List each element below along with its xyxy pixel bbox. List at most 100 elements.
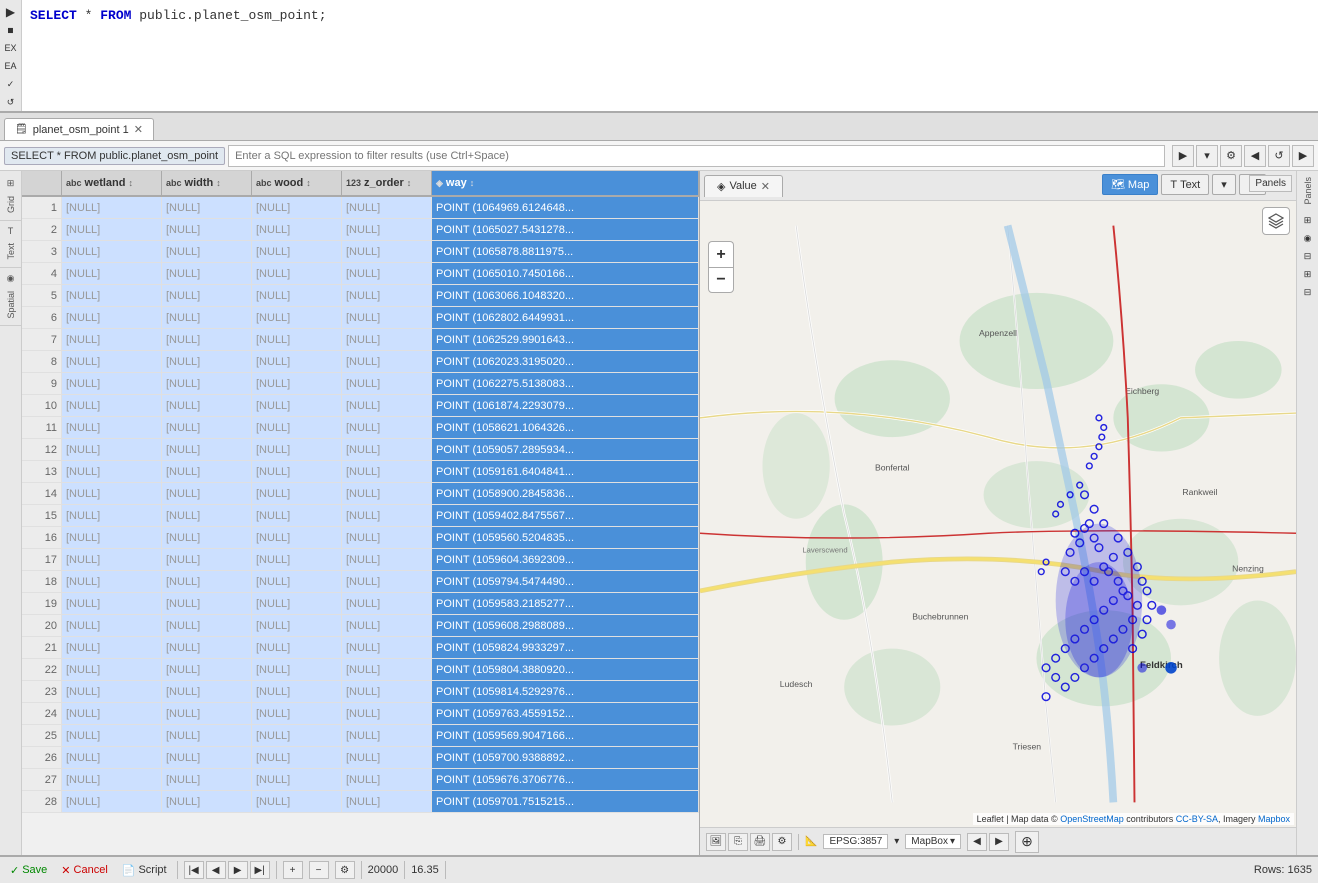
crosshair-btn[interactable]: ⊕: [1015, 831, 1039, 853]
table-row[interactable]: 21 [NULL] [NULL] [NULL] [NULL] POINT (10…: [22, 637, 699, 659]
table-row[interactable]: 9 [NULL] [NULL] [NULL] [NULL] POINT (106…: [22, 373, 699, 395]
rollback-btn[interactable]: ↺: [3, 94, 19, 110]
next-nav-btn[interactable]: ▶: [989, 833, 1009, 851]
tab-close-btn[interactable]: ✕: [134, 123, 143, 136]
cancel-btn[interactable]: ✕ Cancel: [57, 862, 111, 879]
col-header-way[interactable]: ◈ way ↕: [432, 171, 699, 195]
options-btn[interactable]: ⚙: [335, 861, 355, 879]
cell-wetland: [NULL]: [62, 285, 162, 306]
zoom-out-btn[interactable]: −: [708, 267, 734, 293]
tab-bar: 🗒 planet_osm_point 1 ✕: [0, 113, 1318, 141]
value-tab-close[interactable]: ✕: [761, 180, 770, 193]
col-header-zorder[interactable]: 123 z_order ↕: [342, 171, 432, 195]
filter-execute-btn[interactable]: ▶: [1172, 145, 1194, 167]
nav-first[interactable]: |◀: [184, 861, 204, 879]
map-btn[interactable]: 🗺 Map: [1102, 174, 1158, 195]
table-row[interactable]: 17 [NULL] [NULL] [NULL] [NULL] POINT (10…: [22, 549, 699, 571]
osm-link[interactable]: OpenStreetMap: [1060, 814, 1124, 824]
table-row[interactable]: 27 [NULL] [NULL] [NULL] [NULL] POINT (10…: [22, 769, 699, 791]
remove-row-btn[interactable]: −: [309, 861, 329, 879]
table-row[interactable]: 5 [NULL] [NULL] [NULL] [NULL] POINT (106…: [22, 285, 699, 307]
table-row[interactable]: 28 [NULL] [NULL] [NULL] [NULL] POINT (10…: [22, 791, 699, 813]
cell-way: POINT (1059794.5474490...: [432, 571, 699, 592]
cell-way: POINT (1059700.9388892...: [432, 747, 699, 768]
table-row[interactable]: 18 [NULL] [NULL] [NULL] [NULL] POINT (10…: [22, 571, 699, 593]
save-btn[interactable]: ✓ Save: [6, 862, 51, 879]
table-row[interactable]: 7 [NULL] [NULL] [NULL] [NULL] POINT (106…: [22, 329, 699, 351]
table-row[interactable]: 8 [NULL] [NULL] [NULL] [NULL] POINT (106…: [22, 351, 699, 373]
table-row[interactable]: 13 [NULL] [NULL] [NULL] [NULL] POINT (10…: [22, 461, 699, 483]
table-row[interactable]: 12 [NULL] [NULL] [NULL] [NULL] POINT (10…: [22, 439, 699, 461]
table-row[interactable]: 26 [NULL] [NULL] [NULL] [NULL] POINT (10…: [22, 747, 699, 769]
grid-section: ⊞ Grid: [0, 173, 21, 221]
down-arrow-btn[interactable]: ▾: [1212, 174, 1236, 195]
col-header-wetland[interactable]: abc wetland ↕: [62, 171, 162, 195]
print-btn[interactable]: 🖨: [750, 833, 770, 851]
export-img-btn[interactable]: 🖼: [706, 833, 726, 851]
add-row-btn[interactable]: +: [283, 861, 303, 879]
right-btn-3[interactable]: ⊟: [1300, 249, 1316, 265]
map-provider-selector[interactable]: MapBox ▾: [905, 834, 961, 849]
table-row[interactable]: 25 [NULL] [NULL] [NULL] [NULL] POINT (10…: [22, 725, 699, 747]
layers-btn[interactable]: [1262, 207, 1290, 235]
right-btn-5[interactable]: ⊟: [1300, 285, 1316, 301]
table-row[interactable]: 15 [NULL] [NULL] [NULL] [NULL] POINT (10…: [22, 505, 699, 527]
table-row[interactable]: 24 [NULL] [NULL] [NULL] [NULL] POINT (10…: [22, 703, 699, 725]
tab-label: planet_osm_point 1: [33, 124, 129, 136]
table-row[interactable]: 1 [NULL] [NULL] [NULL] [NULL] POINT (106…: [22, 197, 699, 219]
nav-last[interactable]: ▶|: [250, 861, 270, 879]
cell-zorder: [NULL]: [342, 549, 432, 570]
script-btn[interactable]: 📄 Script: [118, 862, 171, 879]
panels-btn[interactable]: Panels: [1249, 175, 1292, 189]
table-row[interactable]: 14 [NULL] [NULL] [NULL] [NULL] POINT (10…: [22, 483, 699, 505]
nav-next[interactable]: ▶: [228, 861, 248, 879]
cc-link[interactable]: CC-BY-SA: [1176, 814, 1218, 824]
zoom-in-btn[interactable]: +: [708, 241, 734, 267]
epsg-selector[interactable]: EPSG:3857: [823, 834, 888, 849]
table-row[interactable]: 4 [NULL] [NULL] [NULL] [NULL] POINT (106…: [22, 263, 699, 285]
mapbox-link[interactable]: Mapbox: [1258, 814, 1290, 824]
run-btn[interactable]: ▶: [3, 4, 19, 20]
prev-nav-btn[interactable]: ◀: [967, 833, 987, 851]
filter-options-btn[interactable]: ⚙: [1220, 145, 1242, 167]
filter-forward-btn[interactable]: ▶: [1292, 145, 1314, 167]
table-row[interactable]: 2 [NULL] [NULL] [NULL] [NULL] POINT (106…: [22, 219, 699, 241]
table-row[interactable]: 23 [NULL] [NULL] [NULL] [NULL] POINT (10…: [22, 681, 699, 703]
copy-btn[interactable]: ⎘: [728, 833, 748, 851]
table-row[interactable]: 20 [NULL] [NULL] [NULL] [NULL] POINT (10…: [22, 615, 699, 637]
table-row[interactable]: 16 [NULL] [NULL] [NULL] [NULL] POINT (10…: [22, 527, 699, 549]
filter-refresh-btn[interactable]: ↺: [1268, 145, 1290, 167]
table-row[interactable]: 11 [NULL] [NULL] [NULL] [NULL] POINT (10…: [22, 417, 699, 439]
map-btn-icon: 🗺: [1111, 178, 1125, 191]
value-tab[interactable]: ◈ Value ✕: [704, 175, 783, 197]
cell-wood: [NULL]: [252, 241, 342, 262]
cell-rownum: 4: [22, 263, 62, 284]
table-row[interactable]: 3 [NULL] [NULL] [NULL] [NULL] POINT (106…: [22, 241, 699, 263]
sql-content[interactable]: SELECT * FROM public.planet_osm_point;: [22, 0, 1318, 111]
stop-btn[interactable]: ⏹: [3, 22, 19, 38]
explain-btn[interactable]: EX: [3, 40, 19, 56]
col-header-width[interactable]: abc width ↕: [162, 171, 252, 195]
table-row[interactable]: 19 [NULL] [NULL] [NULL] [NULL] POINT (10…: [22, 593, 699, 615]
right-btn-2[interactable]: ◉: [1300, 231, 1316, 247]
filter-dropdown-btn[interactable]: ▾: [1196, 145, 1218, 167]
cell-way: POINT (1059824.9933297...: [432, 637, 699, 658]
col-header-wood[interactable]: abc wood ↕: [252, 171, 342, 195]
result-tab[interactable]: 🗒 planet_osm_point 1 ✕: [4, 118, 154, 140]
text-btn[interactable]: T Text: [1161, 174, 1209, 195]
explain-analyze-btn[interactable]: EA: [3, 58, 19, 74]
map-attribution: Leaflet | Map data © OpenStreetMap contr…: [973, 813, 1294, 825]
nav-prev[interactable]: ◀: [206, 861, 226, 879]
right-btn-4[interactable]: ⊞: [1300, 267, 1316, 283]
map-footer: 🖼 ⎘ 🖨 ⚙ 📐 EPSG:3857 ▾ MapBox ▾ ◀ ▶ ⊕: [700, 827, 1296, 855]
filter-input[interactable]: [228, 145, 1165, 167]
cell-wetland: [NULL]: [62, 219, 162, 240]
table-row[interactable]: 10 [NULL] [NULL] [NULL] [NULL] POINT (10…: [22, 395, 699, 417]
filter-back-btn[interactable]: ◀: [1244, 145, 1266, 167]
settings-btn[interactable]: ⚙: [772, 833, 792, 851]
table-row[interactable]: 6 [NULL] [NULL] [NULL] [NULL] POINT (106…: [22, 307, 699, 329]
table-row[interactable]: 22 [NULL] [NULL] [NULL] [NULL] POINT (10…: [22, 659, 699, 681]
epsg-dropdown-icon[interactable]: ▾: [894, 836, 899, 847]
commit-btn[interactable]: ✓: [3, 76, 19, 92]
right-btn-1[interactable]: ⊞: [1300, 213, 1316, 229]
